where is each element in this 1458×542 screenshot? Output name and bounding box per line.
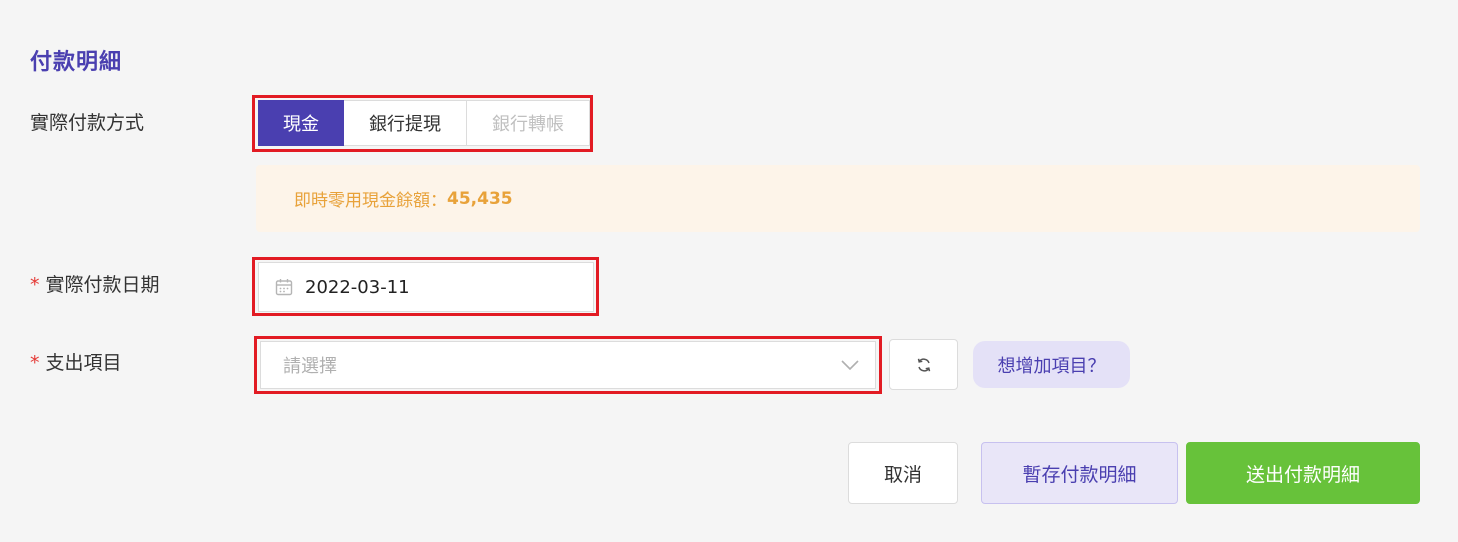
balance-notice-prefix: 即時零用現金餘額： (294, 191, 447, 211)
payment-date-value: 2022-03-11 (305, 276, 410, 298)
cancel-button[interactable]: 取消 (848, 442, 958, 504)
payment-method-option-bank-transfer: 銀行轉帳 (467, 100, 590, 146)
payment-method-option-bank-withdrawal[interactable]: 銀行提現 (344, 100, 467, 146)
expense-item-label-text: 支出項目 (45, 352, 122, 374)
required-mark: * (30, 352, 40, 374)
payment-date-label-text: 實際付款日期 (45, 274, 160, 296)
refresh-icon (916, 357, 932, 373)
payment-method-option-cash[interactable]: 現金 (258, 100, 344, 146)
refresh-items-button[interactable] (889, 339, 958, 390)
expense-item-select[interactable]: 請選擇 (260, 341, 876, 389)
expense-item-label: * 支出項目 (30, 350, 122, 376)
payment-date-input[interactable]: 2022-03-11 (258, 262, 594, 312)
balance-notice-amount: 45,435 (447, 188, 513, 209)
submit-button[interactable]: 送出付款明細 (1186, 442, 1420, 504)
payment-method-label-text: 實際付款方式 (30, 112, 145, 134)
payment-method-segmented: 現金 銀行提現 銀行轉帳 (258, 100, 590, 146)
payment-method-label: 實際付款方式 (30, 110, 144, 136)
add-item-button[interactable]: 想增加項目？ (973, 341, 1130, 388)
payment-date-label: * 實際付款日期 (30, 272, 160, 298)
chevron-down-icon (841, 360, 859, 370)
required-mark: * (30, 274, 40, 296)
petty-cash-balance-notice: 即時零用現金餘額： 45,435 (256, 165, 1420, 232)
save-draft-button[interactable]: 暫存付款明細 (981, 442, 1178, 504)
calendar-icon (275, 278, 305, 296)
section-title: 付款明細 (30, 50, 123, 75)
expense-item-placeholder: 請選擇 (283, 356, 337, 377)
